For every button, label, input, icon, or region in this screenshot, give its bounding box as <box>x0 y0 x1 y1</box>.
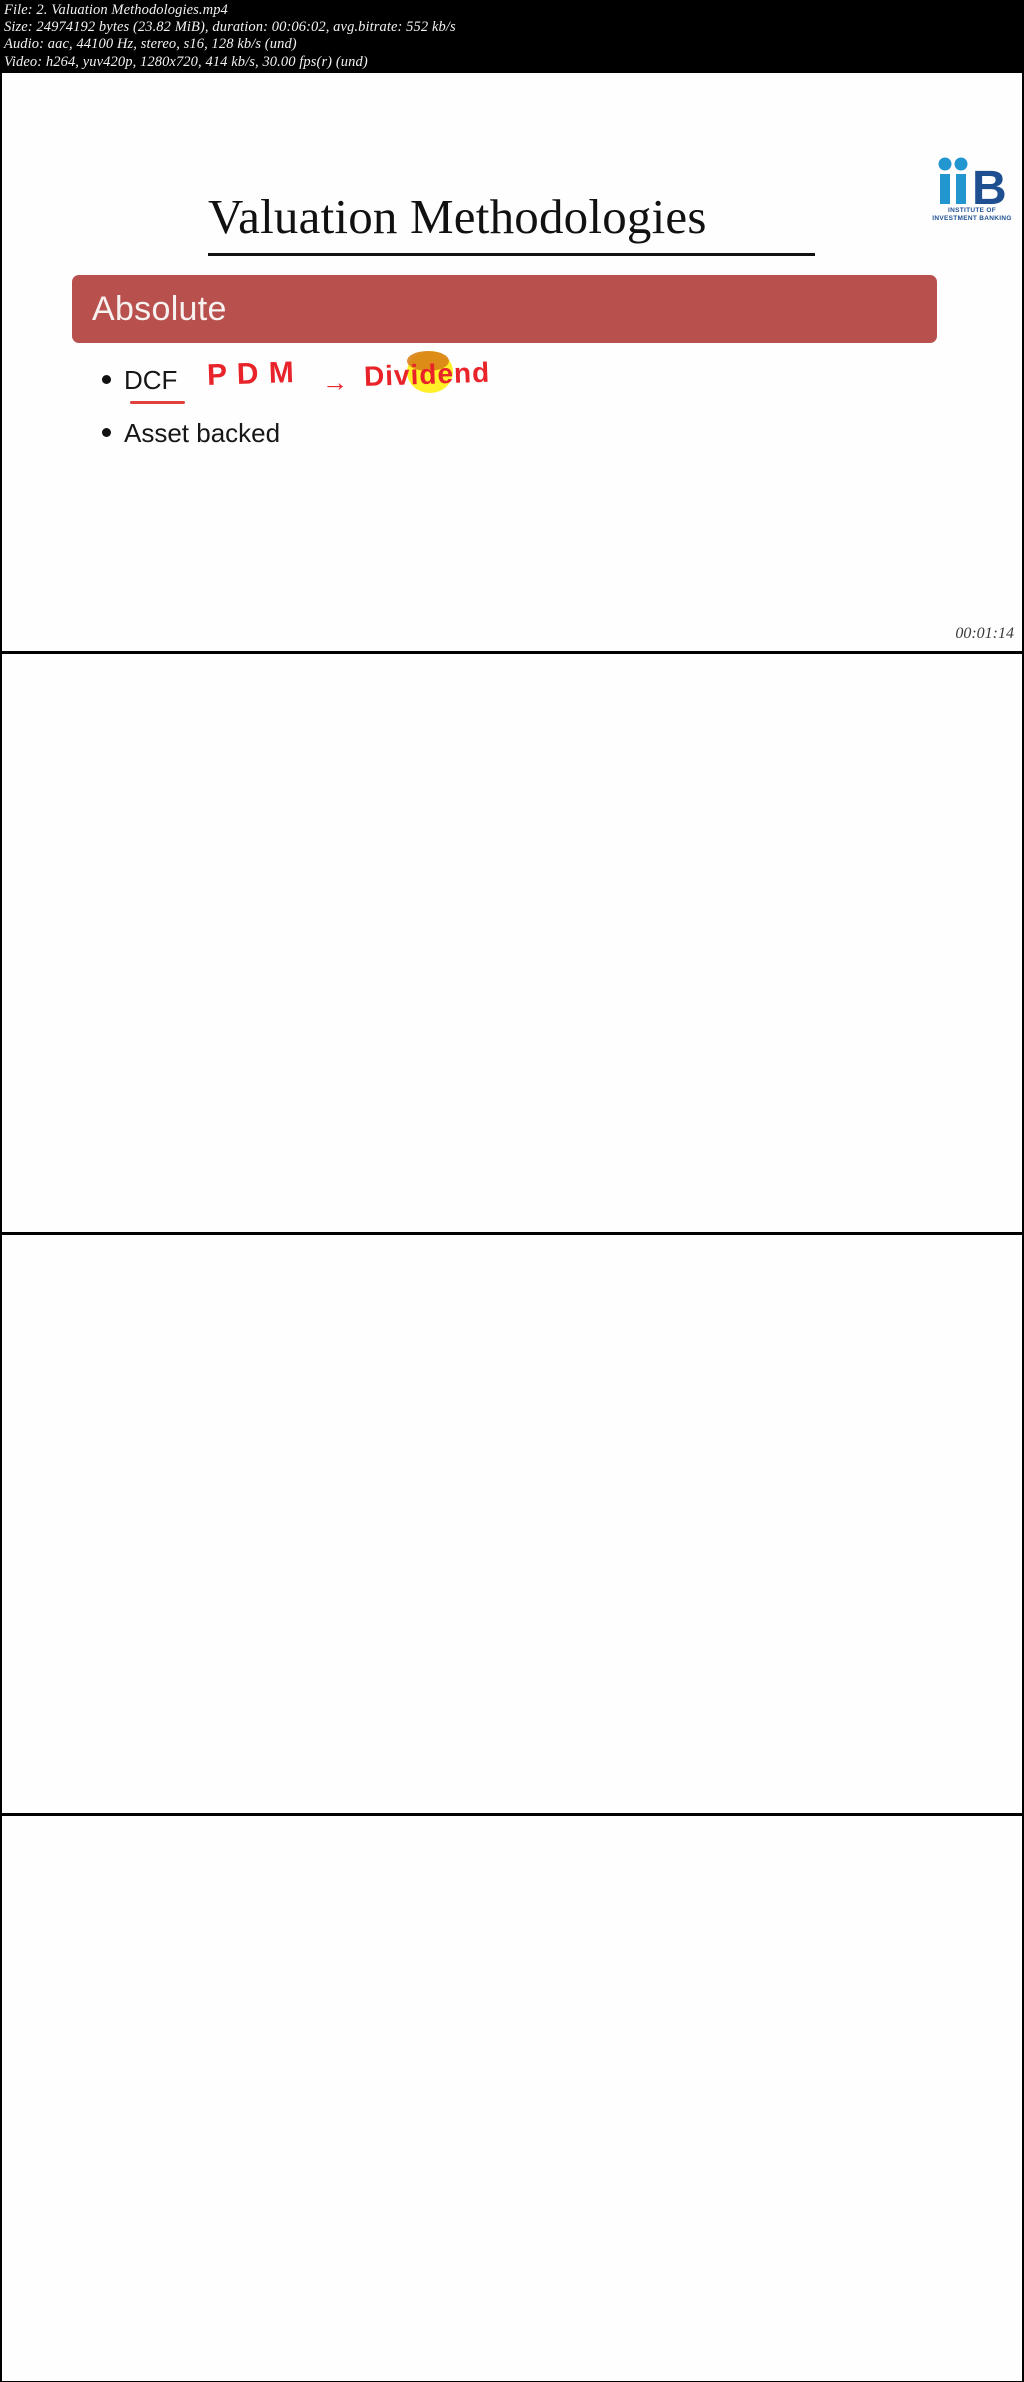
slide-content: Valuation Methodologies Absolute DCF Ass… <box>2 1235 1022 1813</box>
slide-content: Valuation Methodologies Absolute DCF Ass… <box>2 1816 1022 2381</box>
video-frame-2: Valuation Methodologies Absolute DCF Ass… <box>2 653 1022 1233</box>
bullet-label: DCF <box>124 365 178 395</box>
logo-mark-iib: B <box>922 155 1022 215</box>
section-banner-absolute: Absolute <box>72 275 937 343</box>
media-info-line-file: File: 2. Valuation Methodologies.mp4 <box>4 2 228 18</box>
ink-arrow-1: → <box>322 367 348 397</box>
svg-text:B: B <box>972 162 1007 207</box>
iib-logo-icon: B <box>938 157 1007 215</box>
slide-title: Valuation Methodologies <box>208 189 707 244</box>
video-frame-1: Valuation Methodologies Absolute DCF Ass… <box>2 72 1022 652</box>
media-info-line-video: Video: h264, yuv420p, 1280x720, 414 kb/s… <box>4 53 368 70</box>
bullet-label: Asset backed <box>124 418 281 448</box>
slide-content: Valuation Methodologies Absolute DCF Ass… <box>2 654 1022 1232</box>
logo-subtitle-line1: INSTITUTE OF <box>947 207 996 214</box>
logo-subtitle-line2: INVESTMENT BANKING <box>932 215 1012 222</box>
bullet-dot-icon <box>102 427 111 437</box>
media-info-line-audio: Audio: aac, 44100 Hz, stereo, s16, 128 k… <box>4 36 297 53</box>
ink-pdm: P D M <box>206 355 296 392</box>
ink-underline-dcf <box>130 401 185 404</box>
ink-dividend: Dividend <box>363 356 491 392</box>
video-frame-3: Valuation Methodologies Absolute DCF Ass… <box>2 1234 1022 1814</box>
media-info-line-size: Size: 24974192 bytes (23.82 MiB), durati… <box>4 19 456 36</box>
bullet-asset-backed: Asset backed <box>102 418 280 449</box>
bullet-dot-icon <box>102 374 111 384</box>
title-underline <box>208 253 815 256</box>
video-frame-4: Valuation Methodologies Absolute DCF Ass… <box>2 1815 1022 2382</box>
brand-logo: B INSTITUTE OF INVESTMENT BANKING <box>922 155 1022 223</box>
slide-content: Valuation Methodologies Absolute DCF Ass… <box>2 73 1022 651</box>
frame-timestamp: 00:01:14 <box>955 625 1014 642</box>
media-info-header: File: 2. Valuation Methodologies.mp4 Siz… <box>0 0 1024 72</box>
video-contact-sheet: File: 2. Valuation Methodologies.mp4 Siz… <box>0 0 1024 2382</box>
bullet-dcf: DCF <box>102 365 177 396</box>
banner-label: Absolute <box>92 289 227 328</box>
